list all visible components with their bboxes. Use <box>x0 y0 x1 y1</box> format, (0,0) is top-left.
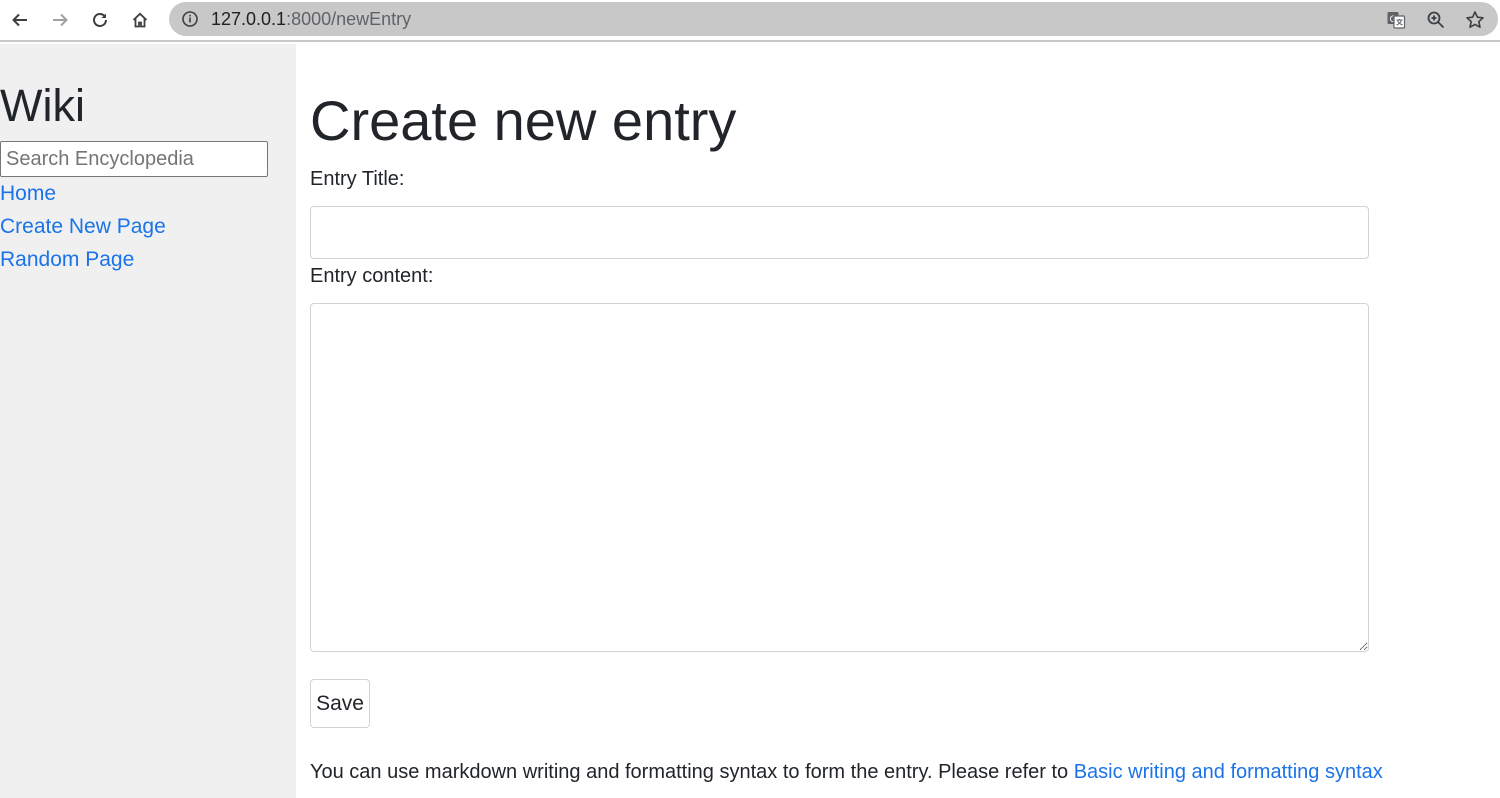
forward-icon[interactable] <box>47 7 73 33</box>
page-title: Create new entry <box>310 89 737 152</box>
markdown-hint-text: You can use markdown writing and formatt… <box>310 761 1074 783</box>
home-icon[interactable] <box>127 7 153 33</box>
translate-icon[interactable]: G <box>1386 10 1406 30</box>
address-bar[interactable]: 127.0.0.1:8000/newEntry G <box>169 2 1498 36</box>
browser-toolbar: 127.0.0.1:8000/newEntry G <box>0 0 1500 42</box>
entry-content-label: Entry content: <box>310 265 434 287</box>
url-host: 127.0.0.1 <box>211 9 287 29</box>
sidebar-link-create-new-page[interactable]: Create New Page <box>0 215 166 239</box>
entry-title-label: Entry Title: <box>310 168 405 190</box>
reload-icon[interactable] <box>87 7 113 33</box>
info-icon[interactable] <box>181 10 199 28</box>
entry-title-input[interactable] <box>310 206 1369 259</box>
bookmark-star-icon[interactable] <box>1465 10 1485 30</box>
site-title: Wiki <box>0 80 85 131</box>
sidebar: Wiki Home Create New Page Random Page <box>0 44 296 798</box>
zoom-icon[interactable] <box>1426 10 1446 30</box>
back-icon[interactable] <box>7 7 33 33</box>
save-button[interactable]: Save <box>310 679 370 728</box>
url-text: 127.0.0.1:8000/newEntry <box>211 9 411 30</box>
formatting-syntax-link[interactable]: Basic writing and formatting syntax <box>1074 761 1383 783</box>
sidebar-link-home[interactable]: Home <box>0 182 56 206</box>
search-input[interactable] <box>0 141 268 177</box>
markdown-hint: You can use markdown writing and formatt… <box>310 761 1383 784</box>
sidebar-link-random-page[interactable]: Random Page <box>0 248 134 272</box>
entry-content-textarea[interactable] <box>310 303 1369 652</box>
url-path: :8000/newEntry <box>286 9 412 29</box>
